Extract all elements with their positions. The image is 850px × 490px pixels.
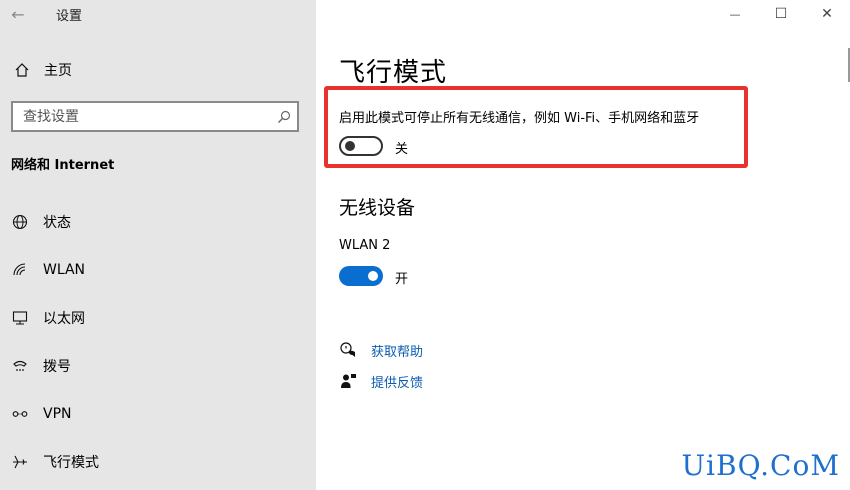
watermark: UiBQ.CoM: [681, 449, 840, 482]
sidebar-item-label: VPN: [43, 406, 72, 422]
sidebar-item-label: 状态: [43, 215, 71, 231]
sidebar-item-label: WLAN: [43, 262, 86, 278]
sidebar-item-label: 以太网: [43, 311, 85, 327]
close-button[interactable]: ✕: [804, 0, 850, 28]
get-help-link[interactable]: 获取帮助: [339, 340, 423, 360]
home-label: 主页: [44, 63, 72, 79]
globe-icon: [11, 213, 29, 231]
sidebar-item-vpn[interactable]: VPN: [0, 390, 316, 438]
maximize-button[interactable]: ☐: [758, 0, 804, 28]
airplane-icon: [11, 453, 29, 471]
wlan-state-label: 开: [395, 272, 409, 287]
minimize-icon: —: [729, 7, 741, 21]
section-title: 网络和 Internet: [11, 158, 115, 173]
feedback-label: 提供反馈: [371, 375, 424, 391]
ethernet-icon: [11, 309, 29, 327]
sidebar-item-airplane[interactable]: 飞行模式: [0, 438, 316, 486]
sidebar-item-home[interactable]: 主页: [12, 58, 72, 82]
sidebar-item-ethernet[interactable]: 以太网: [0, 294, 316, 342]
minimize-button[interactable]: —: [712, 0, 758, 28]
airplane-toggle[interactable]: [339, 136, 383, 156]
airplane-state-label: 关: [395, 142, 409, 157]
search-box[interactable]: [11, 101, 299, 132]
airplane-description: 启用此模式可停止所有无线通信，例如 Wi-Fi、手机网络和蓝牙: [339, 111, 700, 126]
help-chat-icon: [339, 342, 357, 358]
sidebar-item-label: 拨号: [43, 359, 71, 375]
sidebar-item-dialup[interactable]: 拨号: [0, 342, 316, 390]
sidebar-nav: 状态 WLAN 以太网 拨号 VPN 飞行模式: [0, 198, 316, 486]
toggle-knob: [368, 271, 378, 281]
feedback-person-icon: [339, 373, 357, 389]
search-input[interactable]: [23, 108, 271, 125]
home-icon: [12, 62, 32, 78]
wireless-heading: 无线设备: [339, 197, 416, 219]
window-controls: — ☐ ✕: [712, 0, 850, 28]
close-icon: ✕: [821, 6, 833, 22]
device-name: WLAN 2: [339, 238, 391, 253]
sidebar-item-status[interactable]: 状态: [0, 198, 316, 246]
wlan-toggle[interactable]: [339, 266, 383, 286]
search-icon[interactable]: [271, 110, 297, 124]
back-button[interactable]: ←: [0, 0, 36, 28]
wifi-icon: [11, 261, 29, 279]
maximize-icon: ☐: [774, 6, 788, 22]
highlight-box: [324, 86, 748, 168]
get-help-label: 获取帮助: [371, 344, 424, 360]
toggle-knob: [345, 141, 355, 151]
vpn-icon: [11, 405, 29, 423]
sidebar: ← 设置 主页 网络和 Internet 状态 WLAN: [0, 0, 316, 490]
dialup-icon: [11, 357, 29, 375]
page-title: 飞行模式: [339, 58, 448, 88]
app-title: 设置: [56, 8, 83, 24]
title-bar: ← 设置: [0, 0, 82, 28]
sidebar-item-label: 飞行模式: [43, 455, 99, 471]
sidebar-item-wlan[interactable]: WLAN: [0, 246, 316, 294]
back-arrow-icon: ←: [11, 4, 25, 24]
feedback-link[interactable]: 提供反馈: [339, 371, 423, 391]
